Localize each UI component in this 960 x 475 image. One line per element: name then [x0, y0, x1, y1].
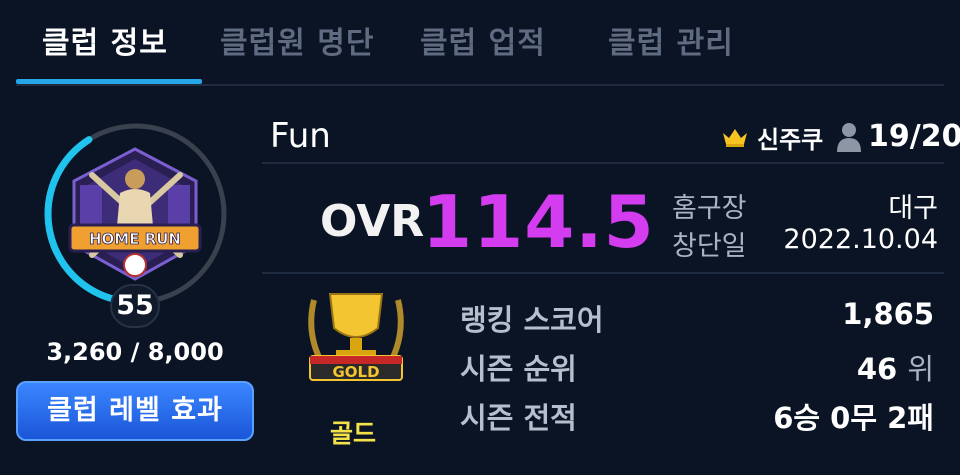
tier-name: 골드	[330, 419, 377, 448]
tab-club-members[interactable]: 클럽원 명단	[220, 18, 374, 61]
season-rank-unit: 위	[907, 352, 934, 386]
tab-club-achievements[interactable]: 클럽 업적	[420, 18, 546, 61]
header-divider	[262, 162, 944, 164]
ovr-value: 114.5	[422, 180, 655, 264]
season-rank-number: 46	[856, 352, 898, 386]
tab-club-management[interactable]: 클럽 관리	[608, 18, 734, 61]
club-xp-text: 3,260 / 8,000	[46, 338, 224, 366]
home-stadium-label: 홈구장	[672, 193, 747, 224]
person-icon	[837, 123, 861, 152]
club-member-count: 19/20	[868, 119, 960, 154]
club-level-effect-button[interactable]: 클럽 레벨 효과	[16, 381, 254, 441]
season-rank-value: 46 위	[857, 346, 934, 388]
club-name: Fun	[270, 116, 331, 156]
ranking-score-value: 1,865	[842, 297, 934, 331]
club-leader-name: 신주쿠	[757, 126, 824, 154]
tab-club-info[interactable]: 클럽 정보	[42, 18, 168, 61]
crown-icon	[723, 129, 747, 147]
tab-divider	[16, 84, 944, 86]
ranking-score-label: 랭킹 스코어	[460, 303, 604, 337]
season-rank-label: 시즌 순위	[460, 352, 577, 386]
ovr-divider	[262, 272, 944, 274]
founded-date-label: 창단일	[672, 231, 747, 262]
founded-date-value: 2022.10.04	[783, 224, 938, 255]
club-level-badge: 55	[110, 284, 160, 328]
season-record-value: 6승 0무 2패	[773, 401, 934, 435]
season-record-label: 시즌 전적	[460, 401, 577, 435]
emblem-text: HOME RUN	[89, 230, 181, 248]
home-run-emblem: HOME RUN	[68, 147, 202, 281]
gold-trophy-icon: GOLD	[308, 293, 404, 381]
tab-bar: 클럽 정보 클럽원 명단 클럽 업적 클럽 관리	[0, 0, 960, 86]
home-stadium-value: 대구	[888, 193, 938, 224]
tier-badge-text: GOLD	[332, 363, 379, 381]
ovr-label: OVR	[320, 196, 425, 247]
